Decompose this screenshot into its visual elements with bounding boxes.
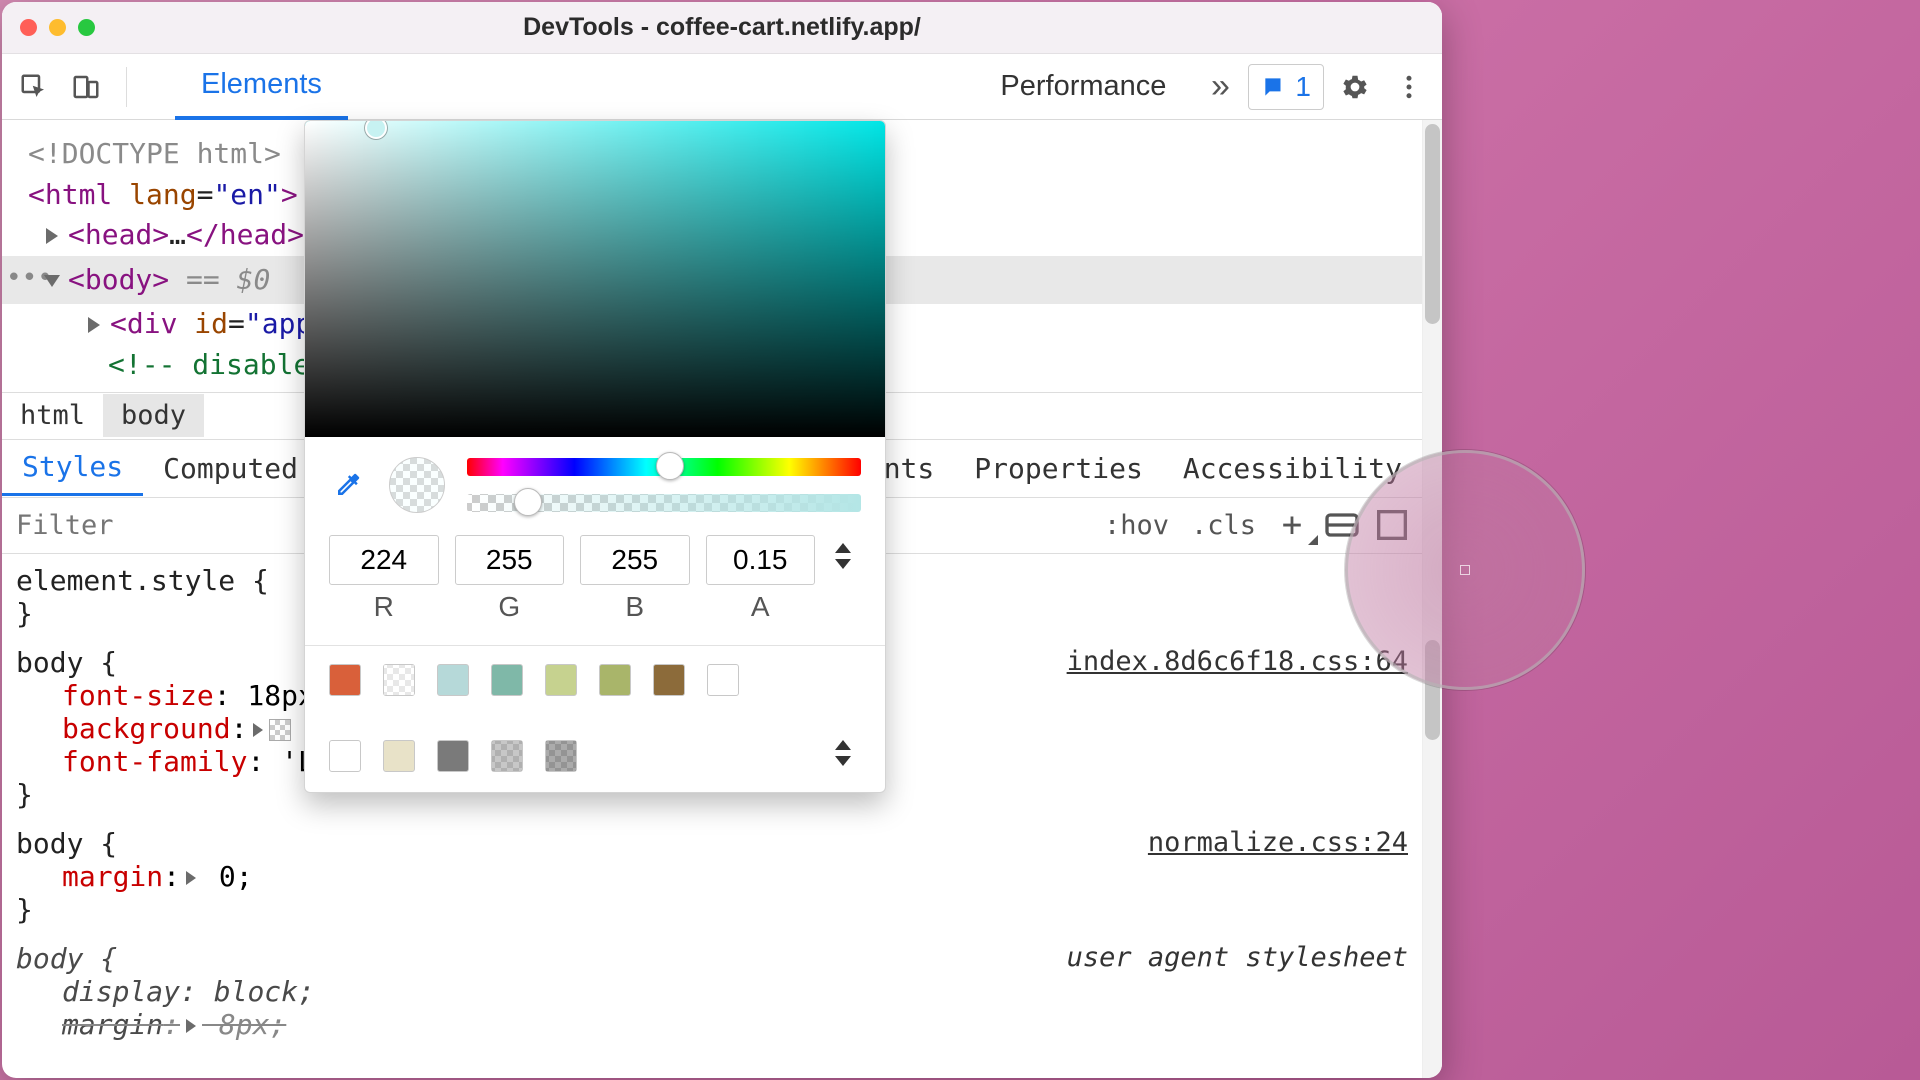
source-link[interactable]: normalize.css:24: [1148, 827, 1408, 858]
expand-icon[interactable]: [88, 317, 100, 333]
alpha-thumb[interactable]: [514, 488, 542, 516]
panel-tabs: Elements: [175, 54, 348, 120]
g-input[interactable]: [455, 535, 565, 585]
palette-swatch[interactable]: [491, 740, 523, 772]
device-toolbar-icon[interactable]: [64, 65, 108, 109]
tab-performance[interactable]: Performance: [974, 54, 1192, 120]
window-title: DevTools - coffee-cart.netlify.app/: [20, 13, 1424, 42]
palette-swatch[interactable]: [329, 740, 361, 772]
computed-styles-icon[interactable]: [1372, 505, 1412, 545]
scrollbar[interactable]: [1422, 120, 1442, 1078]
minimize-window-button[interactable]: [49, 19, 66, 36]
main-area: <!DOCTYPE html> <html lang="en"> <head>……: [2, 120, 1442, 1078]
settings-icon[interactable]: [1332, 64, 1378, 110]
subtab-properties[interactable]: Properties: [954, 440, 1163, 496]
subtab-styles[interactable]: Styles: [2, 440, 143, 496]
eyedropper-icon[interactable]: [329, 466, 367, 504]
color-preview-swatch: [389, 457, 445, 513]
expand-icon[interactable]: [186, 1019, 196, 1033]
collapse-icon[interactable]: [44, 275, 60, 287]
a-input[interactable]: [706, 535, 816, 585]
separator: [126, 67, 127, 107]
crumb-body[interactable]: body: [103, 394, 204, 437]
palette-swatch[interactable]: [653, 664, 685, 696]
more-tabs-icon[interactable]: »: [1200, 54, 1240, 120]
expand-icon[interactable]: [253, 723, 263, 737]
style-block-normalize[interactable]: normalize.css:24 body { margin: 0; }: [16, 827, 1408, 926]
close-window-button[interactable]: [20, 19, 37, 36]
source-link[interactable]: index.8d6c6f18.css:64: [1067, 646, 1408, 677]
color-swatch-icon[interactable]: [269, 719, 291, 741]
more-options-icon[interactable]: [1386, 64, 1432, 110]
saturation-cursor[interactable]: [365, 120, 387, 139]
cls-toggle[interactable]: .cls: [1185, 506, 1262, 545]
palette-swatch[interactable]: [329, 664, 361, 696]
scrollbar-thumb[interactable]: [1425, 124, 1440, 324]
new-style-rule-button[interactable]: +: [1272, 505, 1312, 545]
palette-swatch[interactable]: [545, 664, 577, 696]
issues-button[interactable]: 1: [1248, 64, 1324, 110]
palette-swatch[interactable]: [437, 664, 469, 696]
palette-swatch[interactable]: [383, 740, 415, 772]
color-format-toggle[interactable]: [835, 543, 861, 569]
color-swatches: [329, 664, 861, 772]
zoom-window-button[interactable]: [78, 19, 95, 36]
subtab-accessibility[interactable]: Accessibility: [1163, 440, 1422, 496]
palette-swatch[interactable]: [437, 740, 469, 772]
r-input[interactable]: [329, 535, 439, 585]
palette-swatch[interactable]: [599, 664, 631, 696]
palette-swatch[interactable]: [383, 664, 415, 696]
inspect-element-icon[interactable]: [12, 65, 56, 109]
hue-slider[interactable]: [467, 458, 861, 476]
alpha-slider[interactable]: [467, 494, 861, 512]
color-picker-popover: R G B A: [304, 120, 886, 793]
palette-swatch[interactable]: [707, 664, 739, 696]
devtools-window: DevTools - coffee-cart.netlify.app/ Elem…: [2, 2, 1442, 1078]
scrollbar-thumb[interactable]: [1425, 640, 1440, 740]
expand-icon[interactable]: [186, 871, 196, 885]
expand-icon[interactable]: [46, 228, 58, 244]
flexbox-overlay-icon[interactable]: [1322, 505, 1362, 545]
palette-swatch[interactable]: [545, 740, 577, 772]
hue-thumb[interactable]: [656, 452, 684, 480]
main-toolbar: Elements Performance » 1: [2, 54, 1442, 120]
crumb-html[interactable]: html: [2, 394, 103, 437]
saturation-field[interactable]: [305, 121, 885, 437]
palette-swatch[interactable]: [491, 664, 523, 696]
b-input[interactable]: [580, 535, 690, 585]
style-block-ua[interactable]: user agent stylesheet body { display: bl…: [16, 942, 1408, 1041]
window-controls: [20, 19, 95, 36]
issues-count: 1: [1295, 71, 1311, 103]
subtab-computed[interactable]: Computed: [143, 440, 318, 496]
titlebar: DevTools - coffee-cart.netlify.app/: [2, 2, 1442, 54]
tab-elements[interactable]: Elements: [175, 54, 348, 120]
source-label: user agent stylesheet: [1067, 942, 1408, 973]
swatch-set-toggle[interactable]: [835, 740, 861, 766]
hov-toggle[interactable]: :hov: [1098, 506, 1175, 545]
